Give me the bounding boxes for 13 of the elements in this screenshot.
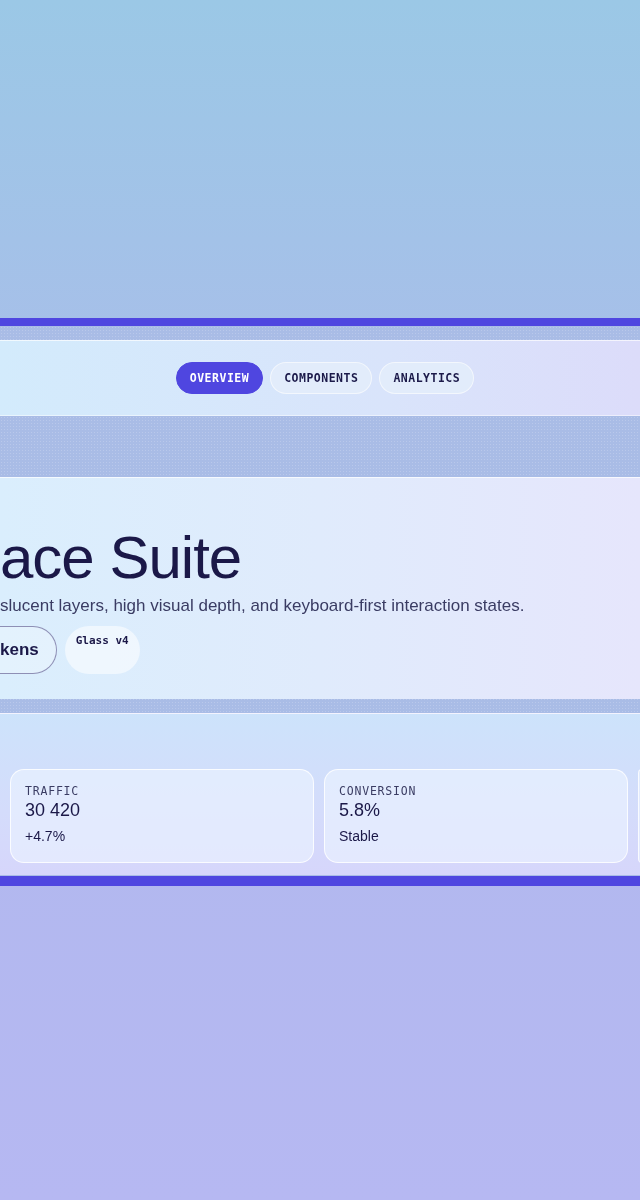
hero-title: ace Suite [0, 523, 243, 593]
metric-change: +4.7% [25, 828, 67, 844]
tokens-button[interactable]: kens [0, 626, 57, 674]
metric-label: CONVERSION [339, 784, 418, 798]
metric-value: 5.8% [339, 800, 382, 821]
metric-value: 30 420 [25, 800, 82, 821]
nav-tab[interactable]: COMPONENTS [270, 362, 373, 394]
metric-change: Stable [339, 828, 380, 844]
nav-tab[interactable]: OVERVIEW [175, 362, 264, 394]
version-badge: Glass v4 [64, 626, 140, 674]
nav-tab[interactable]: ANALYTICS [379, 362, 475, 394]
hero-subtitle: slucent layers, high visual depth, and keyboard-first interaction states. [0, 596, 526, 616]
metric-label: TRAFFIC [25, 784, 81, 798]
